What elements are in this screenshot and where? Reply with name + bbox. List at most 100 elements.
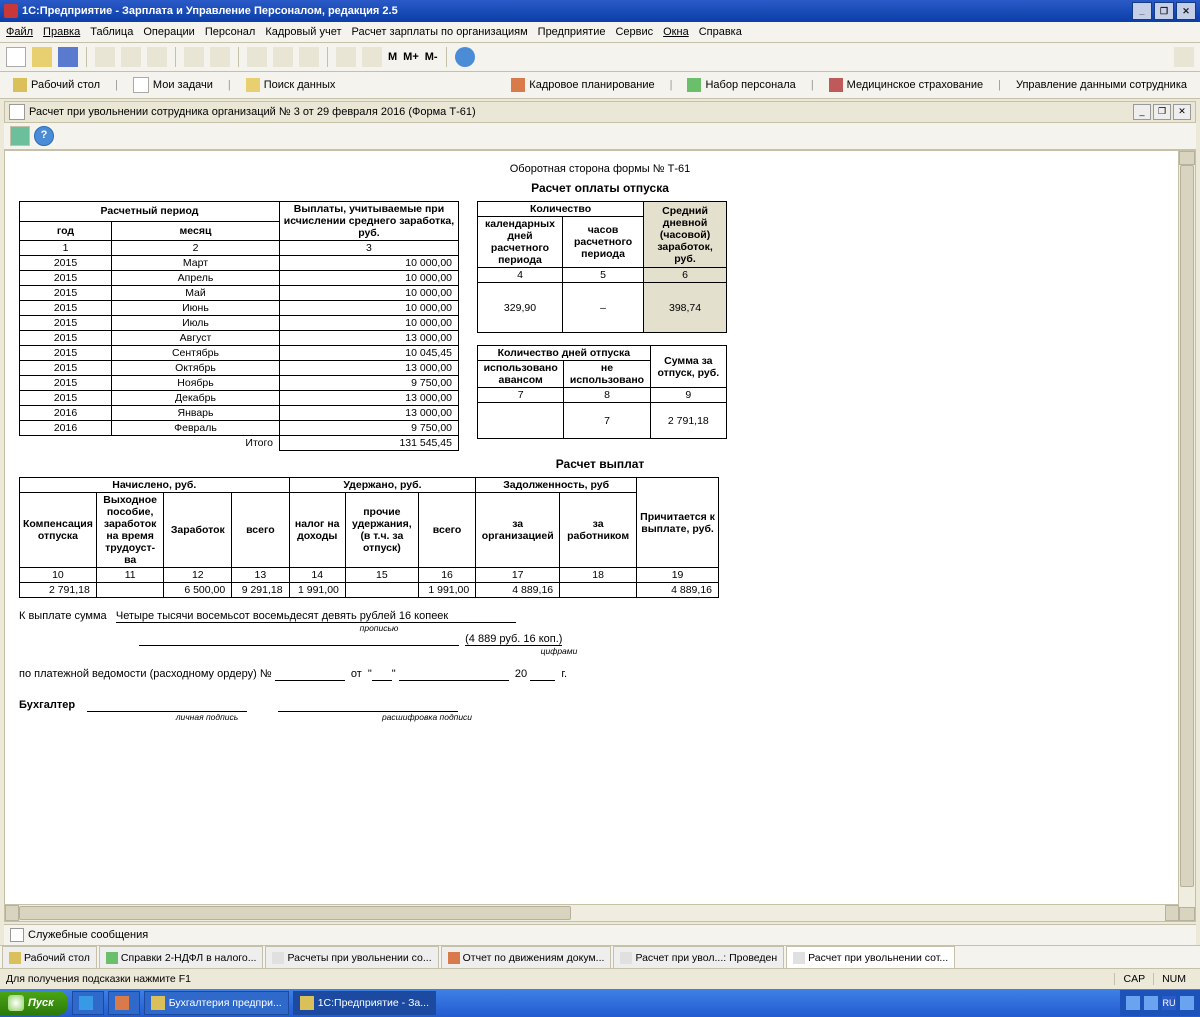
menu-service[interactable]: Сервис (615, 26, 653, 38)
lang-indicator[interactable]: RU (1162, 996, 1176, 1010)
doc-close-button[interactable]: ✕ (1173, 104, 1191, 120)
menu-help[interactable]: Справка (699, 26, 742, 38)
window-tab[interactable]: Рабочий стол (2, 946, 97, 968)
open-icon[interactable] (32, 47, 52, 67)
start-button[interactable]: Пуск (0, 991, 68, 1015)
document-viewport: Оборотная сторона формы № Т-61 Расчет оп… (4, 150, 1196, 922)
table-row: 2015Октябрь13 000,00 (20, 361, 459, 376)
scroll-thumb-h[interactable] (19, 906, 571, 920)
tab-icon (272, 952, 284, 964)
nav-toolbar: Рабочий стол | Мои задачи | Поиск данных… (0, 72, 1200, 99)
menu-file[interactable]: Файл (6, 26, 33, 38)
table-row: 2015Май10 000,00 (20, 286, 459, 301)
print-preview-icon[interactable] (10, 126, 30, 146)
tab-icon (448, 952, 460, 964)
taskbar-button[interactable] (108, 991, 140, 1015)
scroll-thumb-v[interactable] (1180, 165, 1194, 887)
table-row: 2015Декабрь13 000,00 (20, 391, 459, 406)
doc-icon (9, 104, 25, 120)
table-row: 2015Апрель10 000,00 (20, 271, 459, 286)
mgmt-button[interactable]: Управление данными сотрудника (1009, 76, 1194, 94)
table-row: 2015Июнь10 000,00 (20, 301, 459, 316)
window-title: 1С:Предприятие - Зарплата и Управление П… (22, 5, 398, 17)
window-tab[interactable]: Расчет при увол...: Проведен (613, 946, 784, 968)
table-row: 2015Ноябрь9 750,00 (20, 376, 459, 391)
list-icon[interactable] (299, 47, 319, 67)
window-tab[interactable]: Справки 2-НДФЛ в налого... (99, 946, 264, 968)
find-icon[interactable] (247, 47, 267, 67)
search-button[interactable]: Поиск данных (239, 75, 343, 95)
taskbar-button[interactable]: 1С:Предприятие - За... (293, 991, 436, 1015)
calendar-icon[interactable] (273, 47, 293, 67)
redo-icon[interactable] (210, 47, 230, 67)
messages-bar[interactable]: Служебные сообщения (4, 924, 1196, 945)
taskbar-app-icon (115, 996, 129, 1010)
vertical-scrollbar[interactable] (1178, 151, 1195, 921)
document-titlebar: Расчет при увольнении сотрудника организ… (4, 101, 1196, 123)
tasks-button[interactable]: Мои задачи (126, 74, 220, 96)
system-tray[interactable]: RU (1120, 990, 1200, 1016)
sum-words-line: К выплате сумма Четыре тысячи восемьсот … (19, 610, 1181, 623)
calc-icon[interactable] (336, 47, 356, 67)
med-button[interactable]: Медицинское страхование (822, 75, 990, 95)
qty-table: КоличествоСредний дневной (часовой) зара… (477, 201, 727, 333)
minimize-button[interactable]: _ (1132, 2, 1152, 20)
tray-icon[interactable] (1180, 996, 1194, 1010)
toolbar-extra-icon[interactable] (1174, 47, 1194, 67)
info-icon[interactable] (362, 47, 382, 67)
taskbar-app-icon (151, 996, 165, 1010)
copy-icon[interactable] (121, 47, 141, 67)
help-icon[interactable] (455, 47, 475, 67)
window-titlebar: 1С:Предприятие - Зарплата и Управление П… (0, 0, 1200, 22)
main-toolbar: M M+ M- (0, 43, 1200, 72)
restore-button[interactable]: ❐ (1154, 2, 1174, 20)
planning-button[interactable]: Кадровое планирование (504, 75, 661, 95)
doc-restore-button[interactable]: ❐ (1153, 104, 1171, 120)
taskbar-button[interactable]: Бухгалтерия предпри... (144, 991, 289, 1015)
menu-operations[interactable]: Операции (143, 26, 194, 38)
tab-icon (9, 952, 21, 964)
cut-icon[interactable] (95, 47, 115, 67)
memory-m[interactable]: M (388, 51, 397, 63)
window-tabs: Рабочий столСправки 2-НДФЛ в налого...Ра… (0, 945, 1200, 968)
menu-company[interactable]: Предприятие (538, 26, 606, 38)
close-button[interactable]: ✕ (1176, 2, 1196, 20)
window-tab[interactable]: Отчет по движениям докум... (441, 946, 612, 968)
scroll-left-icon[interactable] (5, 905, 19, 921)
save-icon[interactable] (58, 47, 78, 67)
tray-icon[interactable] (1126, 996, 1140, 1010)
taskbar-button[interactable] (72, 991, 104, 1015)
tray-icon[interactable] (1144, 996, 1158, 1010)
paste-icon[interactable] (147, 47, 167, 67)
status-bar: Для получения подсказки нажмите F1 CAP N… (0, 968, 1200, 989)
app-icon (4, 4, 18, 18)
scroll-right-icon[interactable] (1165, 905, 1179, 921)
table-row: 2015Август13 000,00 (20, 331, 459, 346)
new-icon[interactable] (6, 47, 26, 67)
taskbar-app-icon (300, 996, 314, 1010)
document-toolbar: ? (4, 123, 1196, 150)
undo-icon[interactable] (184, 47, 204, 67)
scroll-down-icon[interactable] (1179, 907, 1195, 921)
doc-help-icon[interactable]: ? (34, 126, 54, 146)
scroll-up-icon[interactable] (1179, 151, 1195, 165)
report-page: Оборотная сторона формы № Т-61 Расчет оп… (5, 151, 1195, 732)
recruit-button[interactable]: Набор персонала (680, 75, 802, 95)
memory-mminus[interactable]: M- (425, 51, 438, 63)
menu-windows[interactable]: Окна (663, 26, 689, 38)
document-title: Расчет при увольнении сотрудника организ… (29, 106, 476, 118)
desktop-button[interactable]: Рабочий стол (6, 75, 107, 95)
menu-personnel[interactable]: Персонал (205, 26, 256, 38)
menu-hr[interactable]: Кадровый учет (265, 26, 341, 38)
menu-table[interactable]: Таблица (90, 26, 133, 38)
horizontal-scrollbar[interactable] (5, 904, 1179, 921)
memory-mplus[interactable]: M+ (403, 51, 419, 63)
taskbar-app-icon (79, 996, 93, 1010)
menu-edit[interactable]: Правка (43, 26, 80, 38)
status-hint: Для получения подсказки нажмите F1 (6, 973, 191, 985)
menu-payroll[interactable]: Расчет зарплаты по организациям (351, 26, 527, 38)
tab-icon (620, 952, 632, 964)
window-tab[interactable]: Расчет при увольнении сот... (786, 946, 955, 968)
window-tab[interactable]: Расчеты при увольнении со... (265, 946, 438, 968)
doc-minimize-button[interactable]: _ (1133, 104, 1151, 120)
